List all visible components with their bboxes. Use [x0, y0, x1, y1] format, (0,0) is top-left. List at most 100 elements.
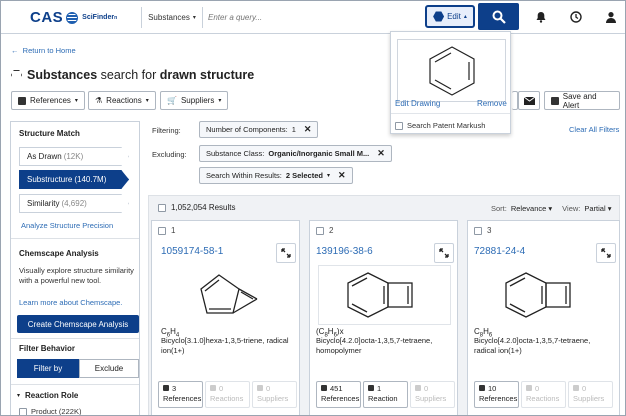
- view-select[interactable]: Partial ▾: [584, 204, 611, 213]
- result-select-checkbox[interactable]: [158, 226, 166, 235]
- search-button[interactable]: [478, 3, 519, 30]
- result-select-checkbox[interactable]: [474, 226, 482, 235]
- references-menu-button[interactable]: References ▾: [11, 91, 85, 110]
- references-count-button[interactable]: 3 References: [158, 381, 203, 408]
- result-number: 2: [329, 226, 334, 235]
- return-to-home-link[interactable]: ← Return to Home: [11, 46, 76, 55]
- remove-drawing-link[interactable]: Remove: [477, 99, 507, 108]
- expand-icon[interactable]: [434, 243, 454, 263]
- suppliers-menu-button[interactable]: 🛒 Suppliers ▾: [160, 91, 229, 110]
- divider: [391, 113, 510, 114]
- select-all-checkbox[interactable]: [158, 203, 166, 212]
- bicyclooctatetraene-structure-drawing: [504, 272, 571, 318]
- suppliers-count-button: 0 Suppliers: [568, 381, 613, 408]
- search-patent-markush-checkbox[interactable]: [395, 121, 403, 130]
- result-card[interactable]: 2 139196-38-6 (C8H6)x Bicyclo[4.2.0]octa…: [309, 220, 458, 415]
- structure-edit-icon: [433, 11, 445, 22]
- product-filter-option[interactable]: Product (222K): [19, 407, 81, 415]
- structure-image[interactable]: [318, 265, 451, 325]
- references-icon: [18, 96, 26, 105]
- result-card[interactable]: 3 72881-24-4 C8H6 Bicyclo[4.2.0]octa-1,3…: [467, 220, 620, 415]
- edit-drawing-link[interactable]: Edit Drawing: [395, 99, 440, 108]
- user-account-icon[interactable]: [601, 7, 621, 27]
- stat-label: Suppliers: [257, 394, 289, 403]
- save-disk-icon: [551, 96, 559, 105]
- cas-registry-number-link[interactable]: 72881-24-4: [474, 246, 525, 257]
- learn-more-chemscape-link[interactable]: Learn more about Chemscape.: [19, 298, 122, 307]
- substance-name: Bicyclo[3.1.0]hexa-1,3,5-triene, radical…: [161, 336, 289, 355]
- return-to-home-label: Return to Home: [22, 46, 76, 55]
- result-card-number: 3: [474, 226, 491, 235]
- save-and-alert-button[interactable]: Save and Alert: [544, 91, 620, 110]
- cart-icon: [573, 385, 579, 391]
- substructure-count: (140.7M): [74, 175, 107, 184]
- result-card[interactable]: 1 1059174-58-1 C6H4 Bicyclo[3.1.0]hexa-1…: [151, 220, 300, 415]
- structure-match-heading: Structure Match: [19, 129, 80, 138]
- cas-registry-number-link[interactable]: 139196-38-6: [316, 246, 373, 257]
- close-icon[interactable]: ✕: [338, 170, 346, 181]
- suppliers-count-button: 0 Suppliers: [410, 381, 455, 408]
- close-icon[interactable]: ✕: [377, 148, 385, 159]
- structure-match-as-drawn[interactable]: As Drawn (12K): [19, 147, 129, 166]
- stat-label: References: [479, 394, 518, 403]
- chip-label: Substance Class:: [206, 149, 265, 158]
- substance-class-chip[interactable]: Substance Class: Organic/Inorganic Small…: [199, 145, 392, 162]
- reactions-count-button: 0 Reactions: [205, 381, 250, 408]
- search-within-results-chip[interactable]: Search Within Results: 2 Selected ▾ ✕: [199, 167, 353, 184]
- sort-label: Sort:: [491, 204, 507, 213]
- chevron-down-icon: ▾: [74, 98, 78, 104]
- stat-count: 1: [377, 384, 382, 393]
- stat-label: Suppliers: [573, 394, 605, 403]
- structure-image[interactable]: [160, 265, 293, 325]
- structure-preview[interactable]: [397, 39, 506, 102]
- search-patent-markush-option[interactable]: Search Patent Markush: [395, 121, 485, 130]
- references-count-button[interactable]: 10 References: [474, 381, 519, 408]
- bell-icon[interactable]: [531, 7, 551, 27]
- results-count: 1,052,054 Results: [158, 203, 236, 212]
- structure-match-substructure[interactable]: Substructure (140.7M): [19, 170, 129, 189]
- app-frame: CAS SciFindern Substances ▾ Edit ▴: [0, 0, 626, 416]
- cas-scifinder-logo[interactable]: CAS SciFinder n: [30, 9, 117, 26]
- reaction-role-section-toggle[interactable]: ▾ Reaction Role: [17, 391, 78, 400]
- page-title-bold: Substances: [27, 68, 98, 82]
- filter-by-toggle[interactable]: Filter by: [17, 359, 79, 378]
- result-select-checkbox[interactable]: [316, 226, 324, 235]
- clear-all-filters-link[interactable]: Clear All Filters: [569, 125, 619, 134]
- stat-label: References: [321, 394, 360, 403]
- chevron-down-icon: ▾: [326, 173, 330, 179]
- reactions-menu-button[interactable]: ⚗ Reactions ▾: [88, 91, 156, 110]
- search-type-select[interactable]: Substances ▾: [141, 7, 203, 28]
- stat-count: 3: [172, 384, 177, 393]
- structure-image[interactable]: [476, 265, 609, 325]
- product-checkbox[interactable]: [19, 407, 27, 415]
- search-input[interactable]: [205, 7, 421, 28]
- stat-count: 0: [266, 384, 271, 393]
- save-and-alert-label: Save and Alert: [562, 91, 597, 110]
- number-of-components-chip[interactable]: Number of Components: 1 ✕: [199, 121, 319, 138]
- caret-up-icon: ▴: [463, 14, 467, 20]
- cas-registry-number-link[interactable]: 1059174-58-1: [161, 246, 223, 257]
- sort-select[interactable]: Relevance ▾: [511, 204, 552, 213]
- divider: [11, 384, 139, 385]
- edit-structure-button[interactable]: Edit ▴: [425, 5, 475, 28]
- logo-product-text: SciFinder: [82, 14, 115, 21]
- result-number: 1: [171, 226, 176, 235]
- analyze-structure-precision-link[interactable]: Analyze Structure Precision: [21, 221, 113, 230]
- envelope-icon: [523, 96, 535, 105]
- reactions-count-button[interactable]: 1 Reaction: [363, 381, 408, 408]
- stat-count: 0: [219, 384, 224, 393]
- email-button[interactable]: [518, 91, 540, 110]
- close-icon[interactable]: ✕: [304, 124, 312, 135]
- structure-match-similarity[interactable]: Similarity (4,692): [19, 194, 129, 213]
- history-clock-icon[interactable]: [566, 7, 586, 27]
- stat-label: References: [163, 394, 202, 403]
- expand-icon[interactable]: [276, 243, 296, 263]
- create-chemscape-analysis-button[interactable]: Create Chemscape Analysis: [17, 315, 139, 333]
- chevron-down-icon: ▾: [145, 98, 149, 104]
- stat-label: Suppliers: [415, 394, 447, 403]
- exclude-toggle[interactable]: Exclude: [79, 359, 139, 378]
- as-drawn-count: (12K): [63, 152, 84, 161]
- expand-icon[interactable]: [596, 243, 616, 263]
- references-count-button[interactable]: 451 References: [316, 381, 361, 408]
- reaction-icon: [368, 385, 374, 391]
